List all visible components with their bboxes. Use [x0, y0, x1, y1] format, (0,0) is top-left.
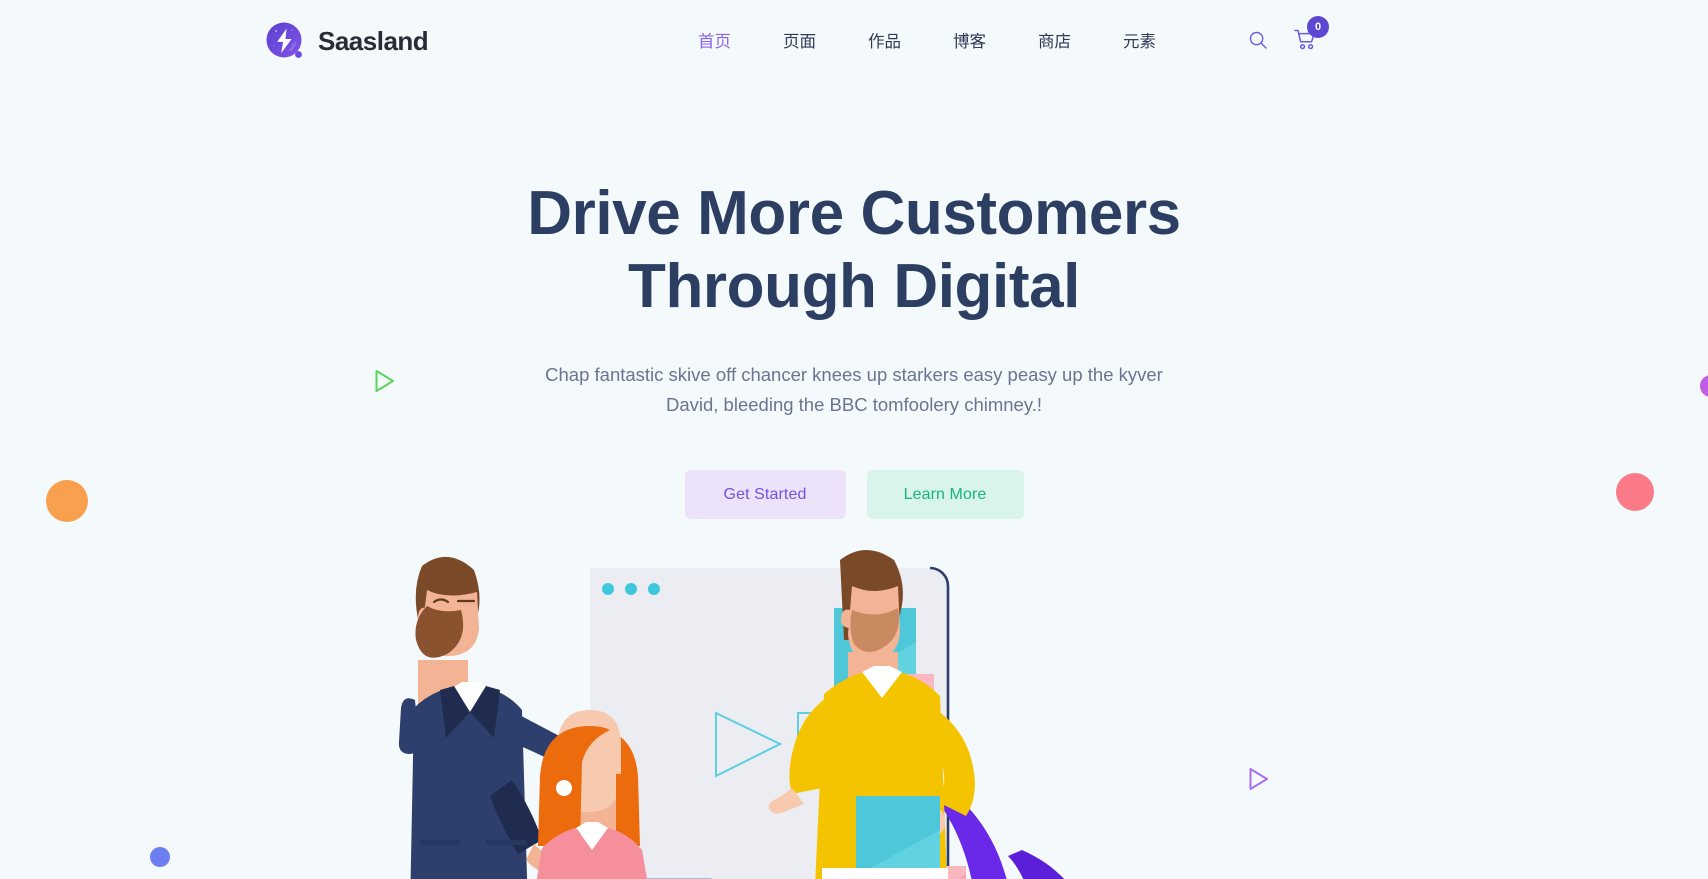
- hero-title-line-2: Through Digital: [627, 251, 1081, 321]
- nav-item-portfolio[interactable]: 作品: [842, 30, 927, 54]
- shopping-cart-icon[interactable]: 0: [1294, 16, 1329, 51]
- brand-logo-link[interactable]: Saasland: [265, 21, 429, 61]
- site-header: Saasland 首页 页面 作品 博客 商店 元素 0: [0, 0, 1708, 82]
- main-navigation: 首页 页面 作品 博客 商店 元素: [672, 30, 1182, 54]
- search-icon[interactable]: [1248, 30, 1268, 50]
- hero-cta-group: Get Started Learn More: [0, 470, 1708, 519]
- brand-name: Saasland: [318, 26, 429, 56]
- decor-circle-blue-icon: [150, 847, 170, 867]
- hero-team-illustration: [394, 548, 1314, 879]
- page-root: Saasland 首页 页面 作品 博客 商店 元素 0 Drive More …: [0, 0, 1708, 879]
- nav-item-shop[interactable]: 商店: [1012, 30, 1097, 54]
- decor-triangle-green-icon: [374, 369, 396, 398]
- hero-subtitle-line-1: Chap fantastic skive off chancer knees u…: [545, 364, 1114, 385]
- nav-item-blog[interactable]: 博客: [927, 30, 1012, 54]
- learn-more-button[interactable]: Learn More: [866, 470, 1024, 519]
- hero-subtitle: Chap fantastic skive off chancer knees u…: [544, 360, 1164, 420]
- hero-title-line-1: Drive More Customers: [527, 179, 1181, 248]
- nav-item-home[interactable]: 首页: [672, 30, 757, 54]
- hero-section: Drive More Customers Through Digital Cha…: [0, 0, 1708, 879]
- decor-circle-purple-icon: [1700, 375, 1708, 397]
- page-title: Drive More Customers Through Digital: [0, 178, 1708, 323]
- nav-item-elements[interactable]: 元素: [1097, 30, 1182, 54]
- cart-count-badge: 0: [1307, 16, 1329, 38]
- header-actions: 0: [1248, 16, 1329, 51]
- bolt-circle-logo-icon: [265, 21, 305, 61]
- get-started-button[interactable]: Get Started: [684, 470, 846, 519]
- nav-item-pages[interactable]: 页面: [757, 30, 842, 54]
